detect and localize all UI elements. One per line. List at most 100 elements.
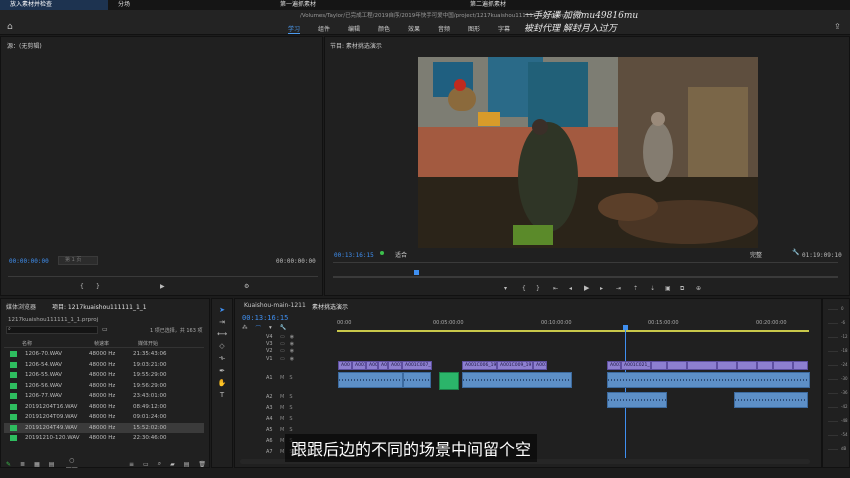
project-list-row[interactable]: 1206-77.WAV 48000 Hz 23:43:01:00 — [4, 391, 204, 402]
home-icon[interactable]: ⌂ — [7, 22, 13, 32]
project-list-row[interactable]: 1206-55.WAV 48000 Hz 19:55:29:00 — [4, 370, 204, 381]
window-tab-2[interactable]: 分场 — [108, 0, 203, 10]
track-label-v2[interactable]: V2 — [266, 348, 273, 354]
video-clip[interactable]: A001C0 — [352, 361, 366, 370]
mark-out-icon[interactable]: } — [96, 283, 100, 290]
lift-icon[interactable]: ⇡ — [633, 285, 638, 292]
timeline-tab-demo[interactable]: 素材挑选演示 — [312, 302, 348, 311]
program-mark-out-icon[interactable]: } — [536, 285, 540, 292]
video-clip[interactable]: A00 — [338, 361, 352, 370]
delete-icon[interactable]: 🗑 — [198, 461, 206, 468]
track-toggle-icons[interactable]: ▭◉ — [280, 334, 299, 340]
wrench-icon[interactable]: 🔧 — [792, 249, 799, 256]
extract-icon[interactable]: ⇣ — [650, 285, 655, 292]
track-label-a7[interactable]: A7 — [266, 449, 273, 455]
icon-view-icon[interactable]: ▦ — [34, 461, 40, 468]
zoom-slider-icon[interactable]: ○—— — [63, 457, 80, 471]
step-back-icon[interactable]: ◂ — [569, 285, 572, 292]
list-view-icon[interactable]: ≣ — [20, 461, 25, 468]
video-clip[interactable]: A001C — [533, 361, 547, 370]
video-clip[interactable] — [687, 361, 717, 370]
timeline-timecode[interactable]: 00:13:16:15 — [242, 314, 288, 322]
program-fit-select[interactable]: 适合 — [395, 250, 407, 259]
project-list-row[interactable]: 20191204T09.WAV 48000 Hz 09:01:24:00 — [4, 412, 204, 423]
selection-tool-icon[interactable]: ➤ — [216, 306, 228, 314]
track-toggle-icons[interactable]: MS — [280, 405, 298, 411]
track-label-a6[interactable]: A6 — [266, 438, 273, 444]
snap-icon[interactable]: ⁂ — [242, 325, 248, 331]
project-list-row[interactable]: 20191204T49.WAV 48000 Hz 15:52:02:00 — [4, 422, 204, 433]
workspace-assembly[interactable]: 组件 — [318, 24, 330, 33]
tab-media-browser[interactable]: 媒体浏览器 — [6, 302, 36, 311]
window-tab-1[interactable]: 放入素材并检查 — [0, 0, 108, 10]
track-toggle-icons[interactable]: MS — [280, 427, 298, 433]
timeline-settings-icon[interactable]: 🔧 — [280, 325, 287, 331]
track-label-a5[interactable]: A5 — [266, 427, 273, 433]
video-clip[interactable]: A001C009_191201 — [497, 361, 533, 370]
audio-clip[interactable] — [607, 372, 810, 388]
workspace-color[interactable]: 颜色 — [378, 24, 390, 33]
video-clip[interactable] — [667, 361, 687, 370]
video-clip[interactable] — [773, 361, 793, 370]
video-clip[interactable] — [757, 361, 773, 370]
audio-clip[interactable] — [338, 372, 403, 388]
program-playhead[interactable] — [414, 270, 419, 275]
video-clip[interactable] — [717, 361, 737, 370]
column-rate[interactable]: 帧速率 — [94, 340, 138, 347]
nested-clip[interactable] — [439, 372, 459, 390]
automate-icon[interactable]: ▭ — [143, 461, 149, 468]
program-timecode[interactable]: 00:13:16:15 — [334, 252, 374, 259]
add-marker-icon[interactable]: ▾ — [504, 285, 507, 292]
video-clip[interactable]: A001C021_191 — [621, 361, 651, 370]
track-label-a3[interactable]: A3 — [266, 405, 273, 411]
go-to-out-icon[interactable]: ⇥ — [616, 285, 621, 292]
find-icon[interactable]: ⌕ — [158, 460, 161, 468]
slip-tool-icon[interactable]: ⟛ — [216, 354, 228, 363]
freeform-view-icon[interactable]: ▤ — [49, 461, 55, 468]
track-toggle-icons[interactable]: ▭◉ — [280, 356, 299, 362]
timeline-ruler[interactable]: 00:00 00:05:00:00 00:10:00:00 00:15:00:00 00… — [337, 318, 817, 330]
track-toggle-icons[interactable]: ▭◉ — [280, 348, 299, 354]
video-clip[interactable]: A001C006_191 — [462, 361, 497, 370]
timeline-tab-main[interactable]: Kuaishou-main-1211 — [244, 302, 306, 309]
pencil-icon[interactable]: ✎ — [6, 461, 11, 468]
workspace-captions[interactable]: 字幕 — [498, 24, 510, 33]
project-list-row[interactable]: 1206-70.WAV 48000 Hz 21:35:43:06 — [4, 349, 204, 360]
source-play-icon[interactable]: ▶ — [160, 283, 165, 290]
sort-icon[interactable]: ≡ — [129, 461, 134, 468]
track-toggle-icons[interactable]: MS — [280, 394, 298, 400]
work-area-bar[interactable] — [337, 330, 809, 332]
hand-tool-icon[interactable]: ✋ — [216, 379, 228, 387]
program-scrubber[interactable] — [333, 276, 838, 278]
window-tab-3[interactable]: 第一遍抓素材 — [203, 0, 383, 10]
workspace-edit[interactable]: 编辑 — [348, 24, 360, 33]
camera-icon[interactable]: ▣ — [665, 285, 671, 292]
track-label-a1[interactable]: A1 — [266, 375, 273, 381]
source-timecode[interactable]: 00:00:00:00 — [9, 258, 49, 265]
go-to-in-icon[interactable]: ⇤ — [553, 285, 558, 292]
project-list-row[interactable]: 20191204T16.WAV 48000 Hz 08:49:12:00 — [4, 402, 204, 413]
video-clip[interactable] — [651, 361, 667, 370]
program-mark-in-icon[interactable]: { — [522, 285, 526, 292]
pen-tool-icon[interactable]: ✒ — [216, 367, 228, 375]
mark-in-icon[interactable]: { — [80, 283, 84, 290]
add-marker-timeline-icon[interactable]: ▾ — [269, 325, 272, 331]
video-clip[interactable]: A001C — [388, 361, 402, 370]
linked-icon[interactable]: ⌒ — [256, 324, 262, 332]
new-item-icon[interactable]: ▤ — [184, 461, 190, 468]
program-play-icon[interactable]: ▶ — [584, 284, 589, 292]
video-clip[interactable]: A001C007_19 — [402, 361, 432, 370]
compare-icon[interactable]: ⧉ — [680, 285, 684, 293]
project-search-input[interactable] — [6, 326, 98, 334]
track-toggle-icons[interactable]: ▭◉ — [280, 341, 299, 347]
track-label-v3[interactable]: V3 — [266, 341, 273, 347]
video-clip[interactable]: A00 — [378, 361, 388, 370]
program-quality-select[interactable]: 完整 — [750, 250, 762, 259]
track-label-v4[interactable]: V4 — [266, 334, 273, 340]
audio-clip[interactable] — [403, 372, 431, 388]
audio-clip[interactable] — [607, 392, 667, 408]
video-clip[interactable] — [737, 361, 757, 370]
track-toggle-icons[interactable]: MS — [280, 375, 298, 381]
new-bin-icon[interactable]: ▭ — [102, 326, 108, 333]
track-toggle-icons[interactable]: MS — [280, 416, 298, 422]
